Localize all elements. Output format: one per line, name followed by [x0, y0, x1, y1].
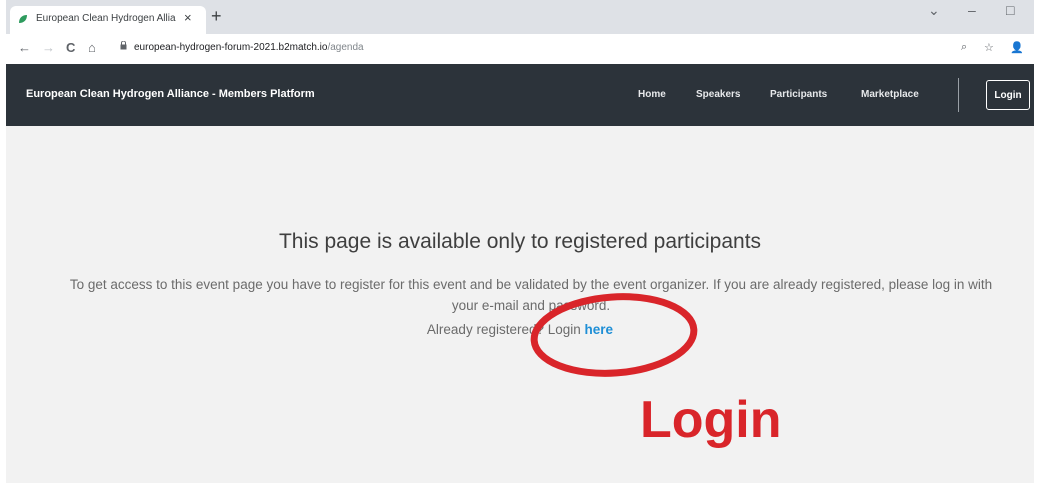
back-icon[interactable]: ←	[18, 40, 31, 55]
home-icon[interactable]: ⌂	[88, 40, 96, 55]
minimize-icon[interactable]: –	[968, 2, 976, 18]
main-content: This page is available only to registere…	[6, 126, 1034, 483]
maximize-icon[interactable]: □	[1006, 2, 1014, 18]
browser-window: European Clean Hydrogen Allia... × + ⌄ –…	[6, 0, 1034, 483]
zoom-icon[interactable]: ⌕	[961, 41, 967, 54]
tab-search-icon[interactable]: ⌄	[928, 2, 940, 19]
url-host: european-hydrogen-forum-2021.b2match.io	[134, 42, 328, 53]
lock-icon	[120, 40, 127, 53]
site-navbar: European Clean Hydrogen Alliance - Membe…	[6, 64, 1034, 126]
nav-speakers[interactable]: Speakers	[696, 89, 740, 100]
url-path: /agenda	[327, 42, 364, 53]
tab-strip: European Clean Hydrogen Allia... × + ⌄ –…	[6, 0, 1034, 34]
already-registered-line: Already registered? Login here	[6, 322, 1034, 337]
nav-divider	[958, 78, 959, 112]
leaf-favicon-icon	[19, 15, 27, 23]
reload-icon[interactable]: C	[66, 40, 75, 55]
nav-home[interactable]: Home	[638, 89, 666, 100]
browser-toolbar: ← → C ⌂ european-hydrogen-forum-2021.b2m…	[6, 34, 1034, 65]
browser-tab[interactable]: European Clean Hydrogen Allia... ×	[10, 6, 206, 34]
page-heading: This page is available only to registere…	[278, 230, 762, 253]
annotation-circle	[530, 293, 698, 377]
tab-title: European Clean Hydrogen Allia...	[36, 13, 176, 24]
site-brand[interactable]: European Clean Hydrogen Alliance - Membe…	[26, 88, 315, 100]
url-text: european-hydrogen-forum-2021.b2match.io/…	[134, 42, 364, 53]
annotation-login-label: Login	[640, 391, 782, 449]
new-tab-button[interactable]: +	[211, 6, 222, 26]
address-bar[interactable]: european-hydrogen-forum-2021.b2match.io/…	[112, 39, 972, 59]
close-tab-icon[interactable]: ×	[184, 10, 192, 25]
forward-icon[interactable]: →	[42, 40, 55, 55]
bookmark-star-icon[interactable]: ☆	[984, 41, 994, 54]
login-button[interactable]: Login	[986, 80, 1030, 110]
nav-participants[interactable]: Participants	[770, 89, 827, 100]
profile-icon[interactable]: 👤	[1010, 41, 1024, 54]
nav-marketplace[interactable]: Marketplace	[861, 89, 919, 100]
